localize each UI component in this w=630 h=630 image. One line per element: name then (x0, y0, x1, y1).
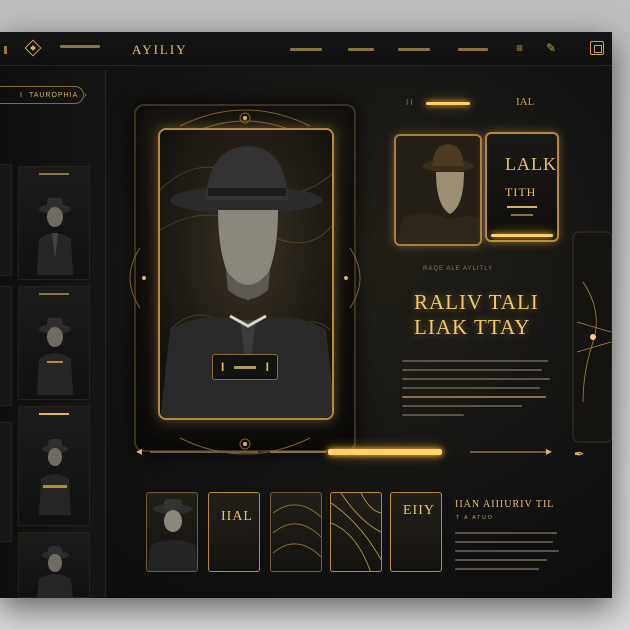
man-portrait-icon (37, 198, 73, 275)
ornament-icon (572, 231, 612, 443)
swirl-pattern-icon (272, 504, 321, 558)
menu-tick[interactable] (4, 46, 7, 54)
bullet-icon: I (20, 91, 23, 99)
thumbnail-4[interactable] (330, 492, 382, 572)
feature-title-card[interactable]: LALK TITH (485, 132, 559, 242)
portrait-card-2[interactable] (18, 286, 90, 400)
window-icon[interactable] (590, 41, 604, 55)
pen-icon[interactable]: ✎ (546, 41, 556, 55)
card-glow-line (491, 234, 553, 237)
paragraph-block (402, 360, 554, 423)
sidebar: I TAUROPHIA › (0, 70, 106, 598)
card-line (507, 206, 537, 208)
section-subtitle: RAQE ALE AYLITLY (423, 266, 494, 272)
right-edge-ornament (563, 222, 612, 452)
thumbnail-2-text: IIAL (221, 509, 253, 524)
slider-thumb[interactable] (328, 449, 442, 455)
arrow-left-icon[interactable]: ◂ (136, 444, 142, 458)
feature-card-subtitle: TITH (505, 185, 537, 199)
thumbnail-5-text: EIIY (403, 503, 435, 518)
card-caption (39, 293, 69, 295)
edge-card-2[interactable] (0, 286, 12, 406)
man-portrait-icon (37, 546, 73, 597)
bottom-section-subtitle: T A ATUO (456, 515, 494, 521)
edge-card-3[interactable] (0, 422, 12, 542)
nav-item-2[interactable] (348, 46, 374, 54)
card-line (511, 214, 533, 216)
logo-caption (60, 45, 102, 50)
top-right-caption: I I IAL (406, 96, 566, 110)
grid-pattern-icon (331, 493, 381, 571)
edge-card-1[interactable] (0, 164, 12, 276)
play-control[interactable]: I I (212, 354, 278, 380)
feather-icon[interactable]: ✒ (574, 447, 584, 461)
chevron-right-icon: › (84, 91, 88, 99)
brand-title[interactable]: AYILIY (132, 42, 188, 58)
top-bar: AYILIY ≡ ✎ (0, 32, 612, 66)
arrow-right-icon[interactable]: ▸ (546, 444, 552, 458)
portrait-card-4[interactable] (18, 532, 90, 598)
sidebar-pill-label: TAUROPHIA (28, 91, 79, 99)
portrait-card-3[interactable] (18, 406, 90, 526)
thumbnail-2[interactable]: IIAL (208, 492, 260, 572)
slider-track (470, 451, 550, 453)
list-icon[interactable]: ≡ (516, 41, 523, 55)
feature-card-title: LALK (505, 154, 557, 174)
nav-item-1[interactable] (290, 46, 322, 54)
feature-portrait-card[interactable] (394, 134, 482, 246)
nav-item-4[interactable] (458, 46, 488, 54)
slider-track (270, 451, 326, 453)
diamond-logo-icon[interactable] (24, 39, 42, 57)
hero-card[interactable]: I I (120, 98, 370, 458)
slider-track (150, 451, 258, 453)
portrait-card-1[interactable] (18, 166, 90, 280)
caption-label: IAL (516, 96, 535, 108)
card-caption (39, 413, 69, 415)
man-fedora-thumb-icon (147, 499, 197, 571)
thumbnail-5[interactable]: EIIY (390, 492, 442, 572)
caption-bars: I I (406, 98, 413, 107)
sidebar-pill-button[interactable]: I TAUROPHIA › (0, 86, 88, 104)
man-portrait-icon (39, 439, 71, 515)
play-right-bar: I (265, 360, 269, 374)
thumbnail-1[interactable] (146, 492, 198, 572)
app-frame: AYILIY ≡ ✎ I TAUROPHIA › I I I I IAL LAL… (0, 32, 612, 598)
play-center-bar (234, 365, 256, 369)
man-fedora-thumb-icon (396, 136, 480, 244)
caption-glow (426, 102, 470, 105)
play-left-bar: I (221, 360, 225, 374)
bottom-paragraph (455, 532, 565, 577)
thumbnail-3[interactable] (270, 492, 322, 572)
section-headline: RALIV TALI LIAK TTAY (414, 290, 539, 339)
nav-item-3[interactable] (398, 46, 430, 54)
man-portrait-icon (37, 318, 73, 395)
bottom-section-title: IIAN AIIIURIV TIL (455, 499, 555, 510)
card-caption (39, 173, 69, 175)
timeline-slider[interactable]: ◂ ▸ (136, 444, 596, 464)
